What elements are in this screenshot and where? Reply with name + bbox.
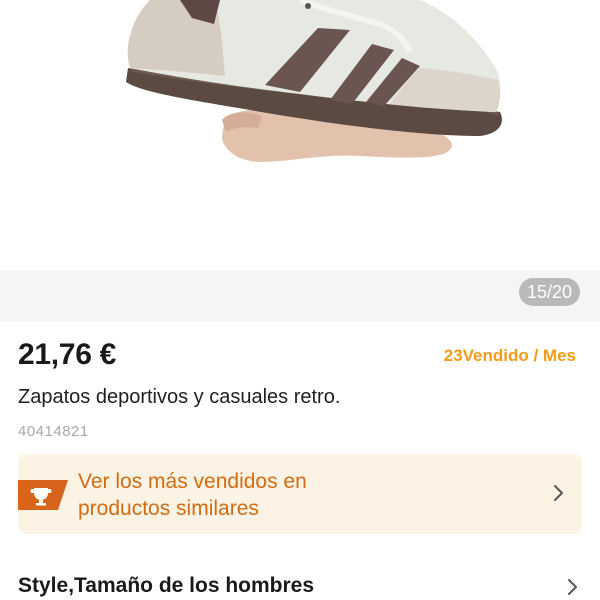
best-sellers-banner[interactable]: Ver los más vendidos en productos simila… — [18, 454, 582, 534]
price: 21,76 € — [18, 338, 116, 371]
best-sellers-line1: Ver los más vendidos en — [78, 470, 307, 493]
best-sellers-text: Ver los más vendidos en productos simila… — [78, 468, 518, 522]
product-title: Zapatos deportivos y casuales retro. — [18, 386, 341, 408]
gallery-strip: 15/20 — [0, 270, 600, 322]
product-info: 21,76 € 23Vendido / Mes Zapatos deportiv… — [0, 322, 600, 600]
image-counter-badge: 15/20 — [518, 278, 580, 306]
style-size-label: Style,Tamaño de los hombres — [18, 574, 315, 597]
sneaker-image — [126, 0, 502, 162]
sold-count: 23Vendido / Mes — [443, 346, 576, 365]
product-image[interactable] — [0, 0, 600, 270]
product-sku: 40414821 — [18, 423, 89, 440]
trophy-icon — [18, 480, 68, 510]
chevron-right-icon — [568, 579, 577, 595]
best-sellers-line2: productos similares — [78, 497, 259, 520]
style-size-selector[interactable]: Style,Tamaño de los hombres — [0, 564, 600, 600]
chevron-right-icon — [554, 485, 563, 501]
